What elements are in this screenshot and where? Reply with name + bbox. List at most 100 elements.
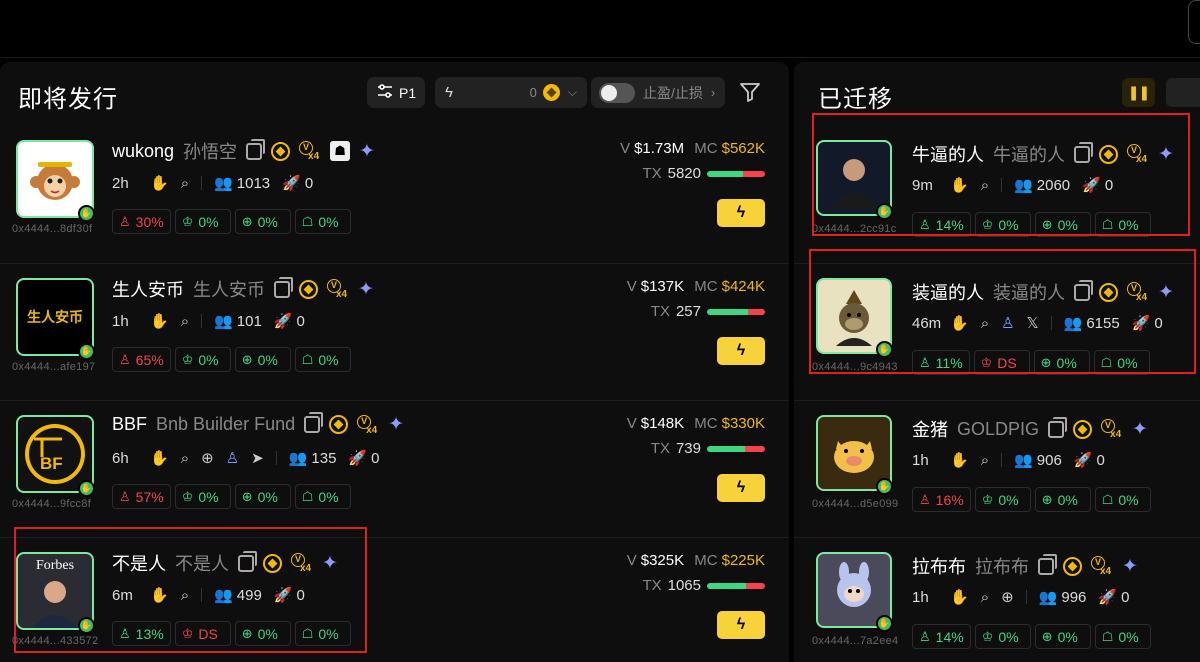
token-address[interactable]: 0x4444...d5e099 — [812, 498, 898, 510]
toggle-switch[interactable] — [599, 82, 635, 103]
divider — [1001, 453, 1003, 467]
token-symbol[interactable]: 不是人 — [112, 550, 166, 576]
copy-icon[interactable] — [1074, 279, 1093, 301]
token-row[interactable]: ✋ 0x4444...9c4943 装逼的人 装逼的人 Vx4 ✦ 46m ✋ … — [794, 263, 1200, 400]
copy-icon[interactable] — [238, 550, 257, 572]
token-address[interactable]: 0x4444...9c4943 — [812, 361, 898, 373]
x-twitter-icon[interactable]: 𝕏 — [1027, 314, 1039, 332]
top10-stat: ♙ 13% — [112, 621, 171, 646]
search-icon[interactable]: ⌕ — [981, 315, 989, 332]
sparkle-icon[interactable]: ✦ — [322, 552, 338, 575]
tp-sl-toggle[interactable]: 止盈/止损 › — [591, 77, 725, 108]
token-row[interactable]: Forbes ✋ 0x4444...433572 不是人 不是人 Vx4 ✦ 6… — [0, 537, 789, 662]
lightning-icon: ϟ — [736, 479, 746, 496]
search-icon[interactable]: ⌕ — [981, 589, 989, 606]
token-symbol[interactable]: BBF — [112, 414, 147, 435]
mc-value: $562K — [721, 140, 765, 157]
token-address[interactable]: 0x4444...7a2ee4 — [812, 635, 898, 647]
sparkle-icon[interactable]: ✦ — [1122, 555, 1138, 578]
token-address[interactable]: 0x4444...8df30f — [12, 223, 92, 235]
hand-icon[interactable]: ✋ — [950, 588, 969, 606]
token-row[interactable]: ✋ 0x4444...d5e099 金猪 GOLDPIG Vx4 ✦ 1h ✋ … — [794, 400, 1200, 537]
hand-icon[interactable]: ✋ — [950, 176, 969, 194]
token-row[interactable]: ✋ 0x4444...8df30f wukong 孙悟空 Vx4 ☗ ✦ 2h … — [0, 126, 789, 263]
hand-icon[interactable]: ✋ — [150, 586, 169, 604]
search-icon[interactable]: ⌕ — [181, 175, 189, 192]
copy-icon[interactable] — [1038, 553, 1057, 575]
ghost-stat: ☖ 0% — [294, 621, 351, 646]
hand-icon[interactable]: ✋ — [950, 451, 969, 469]
quick-buy-button[interactable]: ϟ — [717, 199, 765, 227]
token-row[interactable]: ✋ 0x4444...2cc91c 牛逼的人 牛逼的人 Vx4 ✦ 9m ✋ ⌕… — [794, 126, 1200, 263]
hand-icon[interactable]: ✋ — [150, 174, 169, 192]
copy-icon[interactable] — [246, 138, 266, 160]
token-row[interactable]: ✋ 0x4444...7a2ee4 拉布布 拉布布 Vx4 ✦ 1h ✋ ⌕ ⊕… — [794, 537, 1200, 662]
search-icon[interactable]: ⌕ — [181, 450, 189, 467]
token-address[interactable]: 0x4444...afe197 — [12, 361, 95, 373]
stat-value: 0% — [998, 628, 1019, 645]
sparkle-icon[interactable]: ✦ — [1132, 418, 1148, 441]
pause-button[interactable]: ❚❚ — [1122, 78, 1155, 107]
rocket-count: 0 — [371, 449, 380, 467]
search-icon[interactable]: ⌕ — [981, 177, 989, 194]
token-address[interactable]: 0x4444...9fcc8f — [12, 498, 91, 510]
token-address[interactable]: 0x4444...2cc91c — [812, 223, 897, 235]
sparkle-icon[interactable]: ✦ — [358, 278, 374, 301]
filter-icon[interactable] — [738, 80, 762, 104]
person-icon[interactable]: ♙ — [1001, 314, 1014, 332]
token-symbol[interactable]: 拉布布 — [912, 553, 966, 579]
buy-sell-bar — [707, 170, 765, 177]
token-age: 2h — [112, 174, 129, 192]
mc-label: MC — [694, 415, 718, 432]
search-icon[interactable]: ⌕ — [181, 587, 189, 604]
token-symbol[interactable]: 金猪 — [912, 416, 948, 442]
token-row[interactable]: BF ✋ 0x4444...9fcc8f BBF Bnb Builder Fun… — [0, 400, 789, 537]
quick-buy-amount[interactable]: ϟ 0 ⌵ — [435, 77, 587, 108]
dev-stat: ♔ DS — [973, 350, 1030, 375]
person-icon: ♙ — [119, 213, 131, 229]
copy-icon[interactable] — [1048, 416, 1068, 438]
quick-buy-button[interactable]: ϟ — [717, 337, 765, 365]
preset-p1-button[interactable]: P1 — [367, 77, 425, 108]
settings-button[interactable] — [1166, 78, 1200, 107]
holders-count: 6155 — [1086, 314, 1120, 332]
stat-value: 57% — [135, 488, 164, 505]
token-symbol[interactable]: 装逼的人 — [912, 279, 984, 305]
search-icon[interactable]: ⌕ — [181, 313, 189, 330]
ghost-icon: ☖ — [1101, 491, 1114, 507]
hand-icon[interactable]: ✋ — [950, 314, 969, 332]
telegram-icon[interactable]: ➤ — [251, 449, 264, 467]
token-name: GOLDPIG — [957, 418, 1040, 439]
hand-icon[interactable]: ✋ — [150, 312, 169, 330]
person-icon: ♙ — [119, 351, 131, 367]
vx4-badge-icon: Vx4 — [357, 414, 379, 436]
top10-stat: ♙ 14% — [912, 624, 971, 649]
search-icon[interactable]: ⌕ — [981, 452, 989, 469]
token-row[interactable]: 生人安币 ✋ 0x4444...afe197 生人安币 生人安币 Vx4 ✦ 1… — [0, 263, 789, 400]
token-symbol[interactable]: 生人安币 — [112, 276, 184, 302]
token-address[interactable]: 0x4444...433572 — [12, 635, 98, 647]
globe-icon[interactable]: ⊕ — [201, 449, 214, 467]
globe-icon[interactable]: ⊕ — [1001, 588, 1014, 606]
ghost-icon: ☖ — [1100, 354, 1113, 370]
stat-value: 0% — [318, 625, 339, 642]
tx-label: TX — [650, 303, 670, 320]
hand-icon[interactable]: ✋ — [150, 449, 169, 467]
sparkle-icon[interactable]: ✦ — [1158, 281, 1174, 304]
stat-value: 0% — [198, 351, 219, 368]
tx-value: 739 — [675, 440, 701, 457]
volume-value: $1.73M — [634, 140, 685, 157]
top-right-button[interactable] — [1188, 0, 1200, 44]
sparkle-icon[interactable]: ✦ — [359, 140, 375, 163]
copy-icon[interactable] — [304, 412, 324, 433]
quick-buy-button[interactable]: ϟ — [717, 611, 765, 639]
person-icon[interactable]: ♙ — [226, 449, 239, 467]
token-symbol[interactable]: 牛逼的人 — [912, 141, 984, 167]
sparkle-icon[interactable]: ✦ — [1158, 143, 1174, 166]
chef-icon: ♔ — [181, 213, 194, 229]
token-symbol[interactable]: wukong — [112, 141, 174, 162]
quick-buy-button[interactable]: ϟ — [717, 474, 765, 502]
copy-icon[interactable] — [1074, 141, 1093, 163]
sparkle-icon[interactable]: ✦ — [388, 413, 404, 436]
copy-icon[interactable] — [274, 276, 293, 298]
